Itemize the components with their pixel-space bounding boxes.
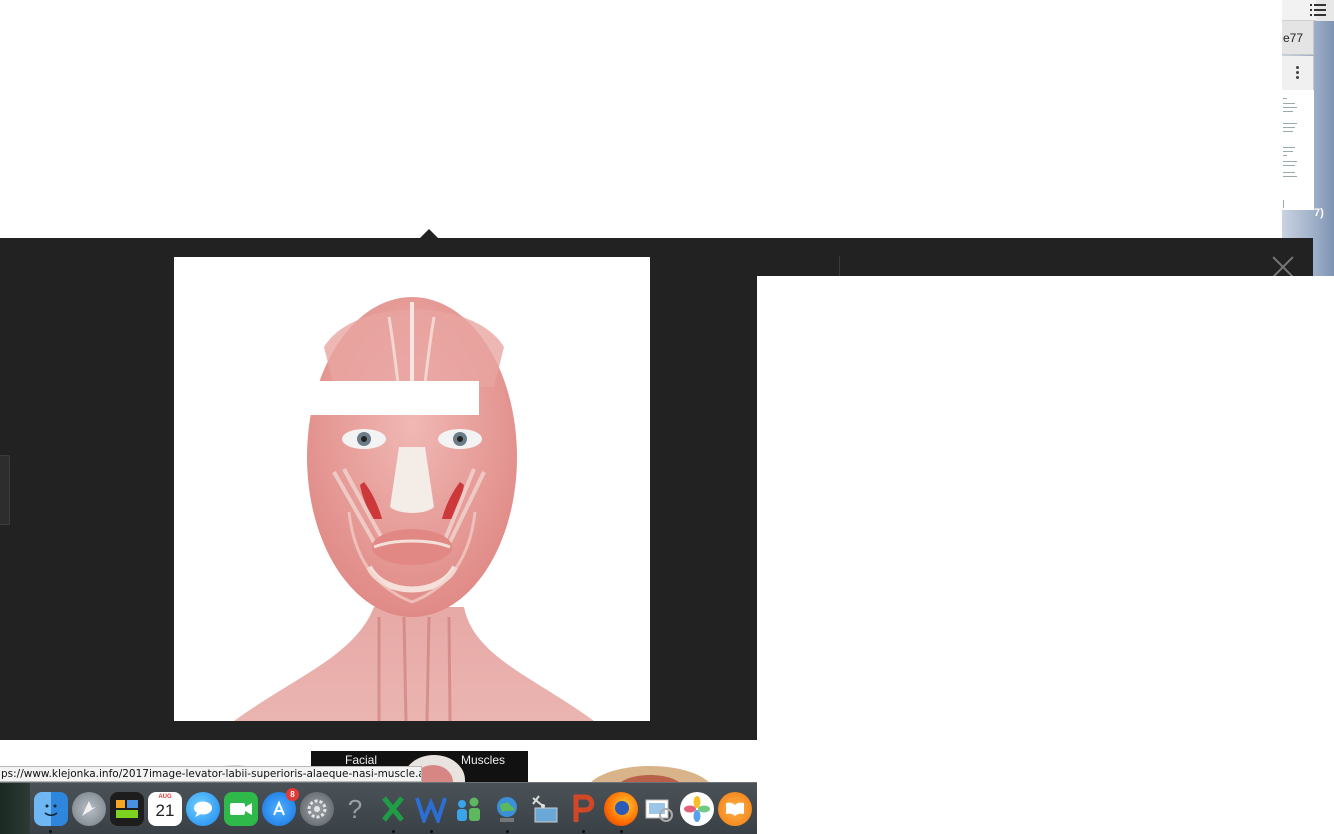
background-window-menu[interactable]: [1282, 56, 1314, 90]
previous-image-button[interactable]: [0, 455, 10, 525]
preview-icon[interactable]: [642, 792, 676, 826]
background-document-preview: [1282, 90, 1314, 210]
preview-image[interactable]: [174, 257, 650, 721]
search-results-area: [0, 0, 1282, 238]
firefox-icon[interactable]: [604, 792, 638, 826]
ibooks-icon[interactable]: [718, 792, 752, 826]
photos-icon[interactable]: [680, 792, 714, 826]
calendar-icon[interactable]: AUG 21: [148, 792, 182, 826]
help-icon[interactable]: ?: [338, 792, 372, 826]
help-glyph: ?: [347, 793, 363, 824]
app-store-badge: 8: [286, 788, 299, 801]
powerpoint-icon[interactable]: [566, 792, 600, 826]
desktop-wallpaper: [0, 783, 30, 834]
page-overlay: [757, 276, 1334, 834]
facetime-icon[interactable]: [224, 792, 258, 826]
background-window-toolbar-end: [1310, 0, 1334, 21]
muscles-label: Muscles: [461, 753, 506, 767]
messages-icon[interactable]: [186, 792, 220, 826]
satellite-utility-icon[interactable]: [528, 792, 562, 826]
family-sharing-icon[interactable]: [452, 792, 486, 826]
background-window-tab[interactable]: e77: [1282, 21, 1314, 55]
launchpad-icon[interactable]: [72, 792, 106, 826]
panel-divider: [839, 256, 840, 276]
status-bar-url: ps://www.klejonka.info/2017image-levator…: [0, 766, 422, 782]
app-store-icon[interactable]: 8: [262, 788, 299, 826]
excel-icon[interactable]: [376, 792, 410, 826]
finder-icon[interactable]: [34, 792, 68, 826]
running-indicator: [49, 830, 52, 833]
system-preferences-icon[interactable]: [300, 792, 334, 826]
network-utility-icon[interactable]: [490, 792, 524, 826]
list-icon[interactable]: [1310, 3, 1326, 17]
running-indicator: [620, 830, 623, 833]
related-image-head[interactable]: [580, 750, 720, 784]
facial-label: Facial: [345, 753, 378, 767]
screen: e77 7) Facial Muscles ps://www.klejonka.…: [0, 0, 1334, 834]
running-indicator: [506, 830, 509, 833]
dashboard-icon[interactable]: [110, 792, 144, 826]
close-preview-button[interactable]: [1272, 256, 1294, 278]
word-icon[interactable]: [414, 792, 448, 826]
background-window-count: 7): [1314, 207, 1324, 219]
running-indicator: [430, 830, 433, 833]
calendar-day: 21: [155, 801, 175, 820]
more-options-icon[interactable]: [1296, 66, 1299, 80]
background-window: e77 7): [1282, 0, 1334, 276]
running-indicator: [582, 830, 585, 833]
running-indicator: [392, 830, 395, 833]
calendar-month: AUG: [158, 794, 172, 800]
dock: AUG 21 8 ?: [0, 782, 757, 834]
facial-muscles-illustration: [174, 257, 650, 721]
